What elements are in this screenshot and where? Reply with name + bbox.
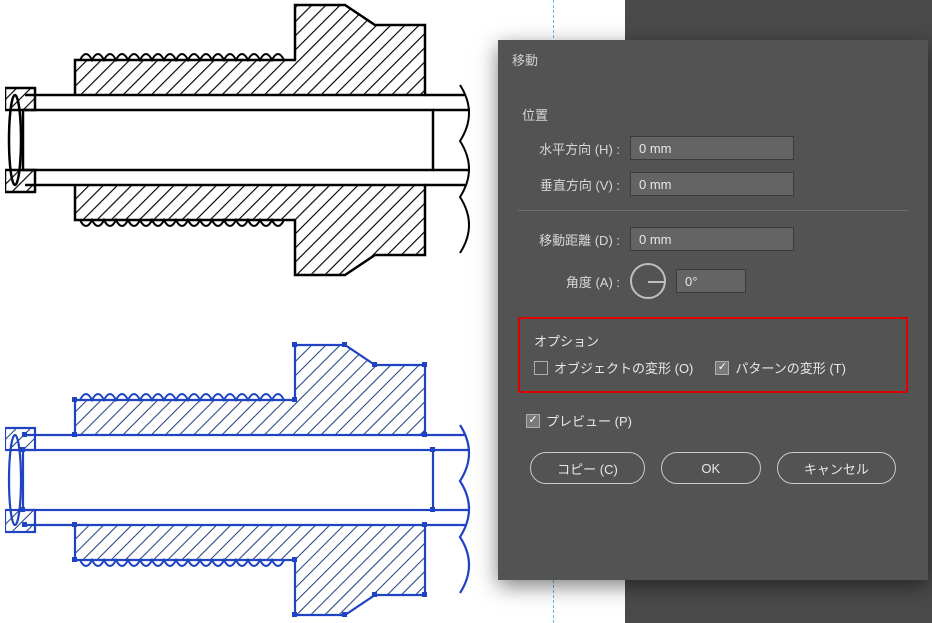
- vertical-input[interactable]: [630, 172, 794, 196]
- distance-input[interactable]: [630, 227, 794, 251]
- cancel-button[interactable]: キャンセル: [777, 452, 896, 484]
- distance-label: 移動距離 (D) :: [518, 230, 630, 249]
- transform-patterns-label: パターンの変形 (T): [735, 358, 846, 377]
- technical-drawing-bottom-selected[interactable]: [5, 340, 480, 610]
- vertical-label: 垂直方向 (V) :: [518, 175, 630, 194]
- checkbox-checked-icon: [715, 361, 729, 375]
- transform-objects-checkbox[interactable]: オブジェクトの変形 (O): [534, 358, 693, 377]
- technical-drawing-top: [5, 0, 480, 270]
- transform-patterns-checkbox[interactable]: パターンの変形 (T): [715, 358, 846, 377]
- checkbox-checked-icon: [526, 414, 540, 428]
- transform-objects-label: オブジェクトの変形 (O): [554, 358, 693, 377]
- angle-dial[interactable]: [630, 263, 666, 299]
- angle-input[interactable]: [676, 269, 746, 293]
- checkbox-icon: [534, 361, 548, 375]
- options-highlight-box: オプション オブジェクトの変形 (O) パターンの変形 (T): [518, 317, 908, 393]
- preview-checkbox[interactable]: プレビュー (P): [526, 411, 632, 430]
- move-dialog: 移動 位置 水平方向 (H) : 垂直方向 (V) : 移動距離 (D) : 角…: [498, 40, 928, 580]
- divider: [518, 210, 908, 211]
- position-section-label: 位置: [522, 105, 908, 124]
- horizontal-input[interactable]: [630, 136, 794, 160]
- dialog-title: 移動: [498, 40, 928, 77]
- preview-label: プレビュー (P): [546, 411, 632, 430]
- angle-label: 角度 (A) :: [518, 272, 630, 291]
- ok-button[interactable]: OK: [661, 452, 761, 484]
- options-section-label: オプション: [534, 331, 892, 350]
- copy-button[interactable]: コピー (C): [530, 452, 645, 484]
- horizontal-label: 水平方向 (H) :: [518, 139, 630, 158]
